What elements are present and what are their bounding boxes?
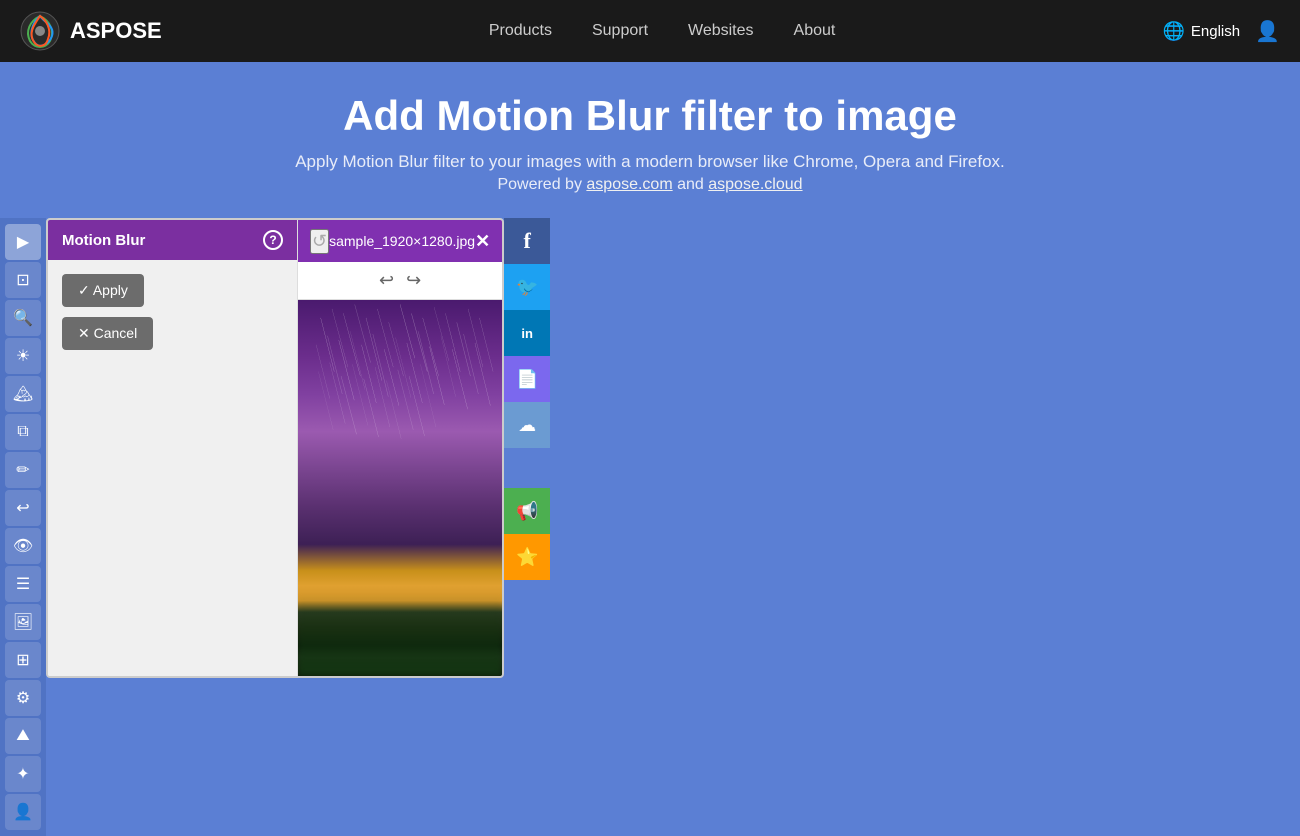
tool-mountain[interactable]: ⛰ (5, 718, 41, 754)
tool-undo[interactable]: ↩ (5, 490, 41, 526)
image-viewer: ↺ sample_1920×1280.jpg ✕ ↩ ↪ (298, 220, 502, 676)
reset-view-icon[interactable]: ↺ (310, 229, 329, 254)
tool-eye[interactable]: 👁 (5, 528, 41, 564)
brand-name: ASPOSE (70, 18, 162, 44)
hero-title: Add Motion Blur filter to image (20, 92, 1280, 140)
hero-subtitle: Apply Motion Blur filter to your images … (20, 152, 1280, 172)
user-account-icon[interactable]: 👤 (1255, 19, 1280, 44)
star-button[interactable]: ⭐ (504, 534, 550, 580)
image-toolbar: ↺ sample_1920×1280.jpg ✕ (298, 220, 502, 262)
navbar: ASPOSE Products Support Websites About 🌐… (0, 0, 1300, 62)
left-toolbar: ▶ ⊡ 🔍 ☀ 🏔 ⧉ ✏ ↩ 👁 ☰ 🖼 ⊞ ⚙ ⛰ ✦ 👤 (0, 218, 46, 836)
tool-gallery[interactable]: 🖼 (5, 604, 41, 640)
tool-landscape[interactable]: 🏔 (5, 376, 41, 412)
nav-item-products[interactable]: Products (489, 22, 552, 40)
cancel-button[interactable]: ✕ Cancel (62, 317, 153, 350)
announce-button[interactable]: 📢 (504, 488, 550, 534)
globe-icon: 🌐 (1162, 21, 1184, 42)
filter-help-icon[interactable]: ? (263, 230, 283, 250)
nav-item-websites[interactable]: Websites (688, 22, 754, 40)
image-nav-toolbar: ↩ ↪ (298, 262, 502, 300)
file-share-icon: 📄 (516, 369, 538, 390)
tool-arrow-right[interactable]: ▶ (5, 224, 41, 260)
tool-draw[interactable]: ✏ (5, 452, 41, 488)
powered-and: and (673, 176, 709, 193)
nav-item-about[interactable]: About (794, 22, 836, 40)
aspose-cloud-link[interactable]: aspose.cloud (708, 176, 802, 193)
cloud-share-button[interactable]: ☁ (504, 402, 550, 448)
star-icon: ⭐ (516, 547, 538, 568)
right-social-bar: f 🐦 in 📄 ☁ 📢 ⭐ (504, 218, 550, 580)
editor-wrapper: Motion Blur ? ✓ Apply ✕ Cancel ↺ sample_… (46, 218, 504, 678)
image-water-overlay (298, 596, 502, 676)
content-row: ▶ ⊡ 🔍 ☀ 🏔 ⧉ ✏ ↩ 👁 ☰ 🖼 ⊞ ⚙ ⛰ ✦ 👤 Motion B… (0, 218, 1300, 836)
image-close-button[interactable]: ✕ (475, 231, 490, 252)
tool-settings[interactable]: ⚙ (5, 680, 41, 716)
tool-effects[interactable]: ✦ (5, 756, 41, 792)
filter-header: Motion Blur ? (48, 220, 297, 260)
file-share-button[interactable]: 📄 (504, 356, 550, 402)
nav-item-support[interactable]: Support (592, 22, 648, 40)
filter-title: Motion Blur (62, 232, 145, 249)
linkedin-icon: in (521, 326, 533, 341)
filter-panel: Motion Blur ? ✓ Apply ✕ Cancel (48, 220, 298, 676)
tool-crop[interactable]: ⊡ (5, 262, 41, 298)
apply-button[interactable]: ✓ Apply (62, 274, 144, 307)
main-nav: Products Support Websites About (489, 22, 836, 40)
twitter-icon: 🐦 (516, 277, 538, 298)
hero-section: Add Motion Blur filter to image Apply Mo… (0, 62, 1300, 218)
aspose-logo-icon (20, 11, 60, 51)
cloud-icon: ☁ (518, 415, 536, 436)
linkedin-share-button[interactable]: in (504, 310, 550, 356)
tool-brightness[interactable]: ☀ (5, 338, 41, 374)
tool-list[interactable]: ☰ (5, 566, 41, 602)
twitter-share-button[interactable]: 🐦 (504, 264, 550, 310)
powered-prefix: Powered by (497, 176, 586, 193)
aspose-com-link[interactable]: aspose.com (586, 176, 672, 193)
facebook-icon: f (523, 228, 530, 254)
undo-nav-button[interactable]: ↩ (379, 270, 394, 291)
image-filename: sample_1920×1280.jpg (329, 233, 475, 249)
navbar-right: 🌐 English 👤 (1162, 19, 1280, 44)
announce-icon: 📢 (516, 501, 538, 522)
redo-nav-button[interactable]: ↪ (406, 270, 421, 291)
tool-zoom[interactable]: 🔍 (5, 300, 41, 336)
language-selector[interactable]: 🌐 English (1162, 21, 1240, 42)
brand-logo[interactable]: ASPOSE (20, 11, 162, 51)
tool-person[interactable]: 👤 (5, 794, 41, 830)
tool-grid[interactable]: ⊞ (5, 642, 41, 678)
image-display (298, 300, 502, 676)
image-canvas (298, 300, 502, 676)
filter-actions: ✓ Apply ✕ Cancel (48, 260, 297, 364)
hero-powered: Powered by aspose.com and aspose.cloud (20, 176, 1280, 194)
facebook-share-button[interactable]: f (504, 218, 550, 264)
tool-layers[interactable]: ⧉ (5, 414, 41, 450)
